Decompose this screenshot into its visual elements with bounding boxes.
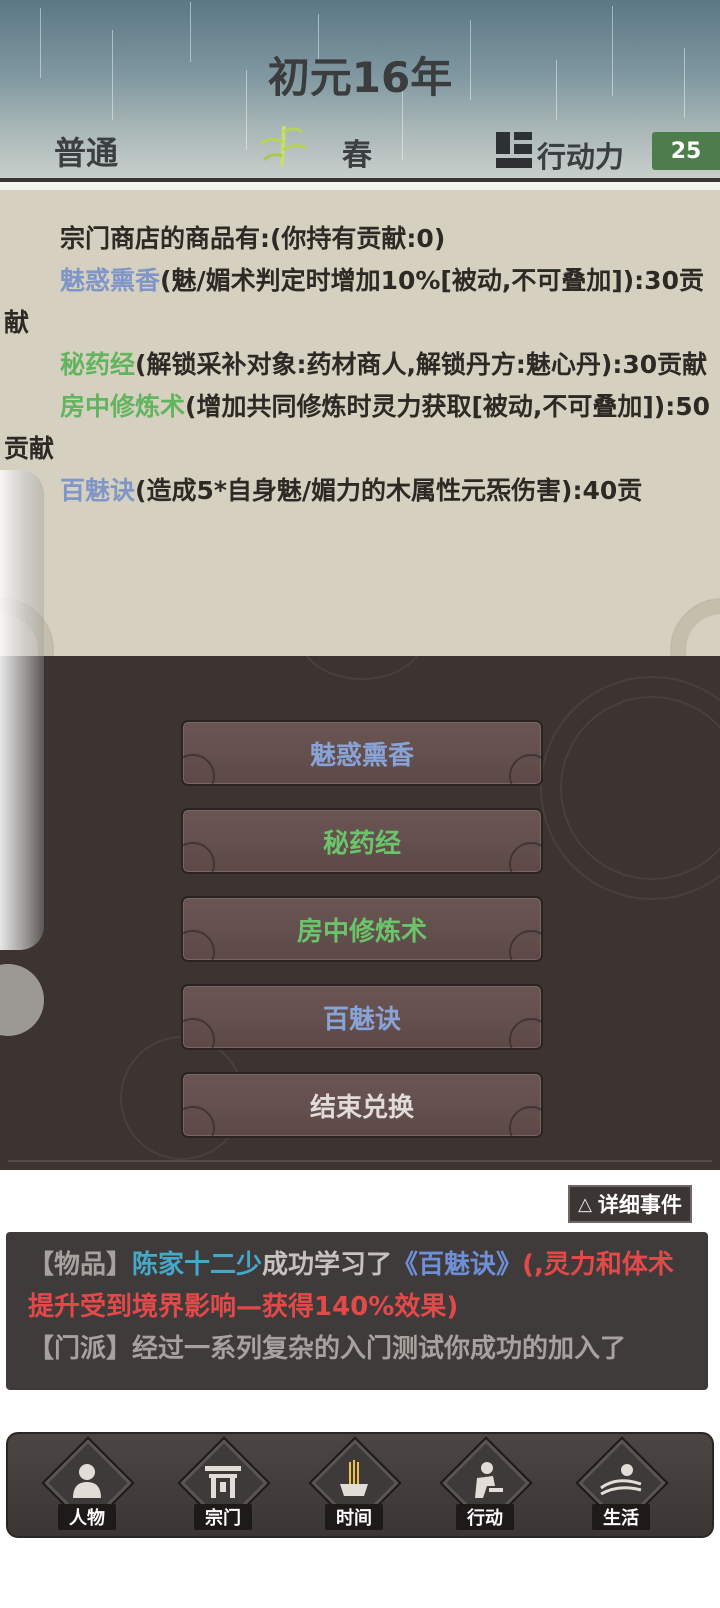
difficulty-label: 普通 <box>54 134 119 172</box>
side-drawer-handle[interactable] <box>0 470 44 950</box>
wave-decoration <box>183 754 215 784</box>
season-label: 春 <box>342 138 372 173</box>
bamboo-icon <box>259 125 307 167</box>
nav-life[interactable]: 生活 <box>570 1436 672 1534</box>
wave-decoration <box>183 1018 215 1048</box>
action-points-value: 25 <box>652 132 720 170</box>
options-panel: 魅惑熏香 秘药经 房中修炼术 百魅诀 结束兑换 <box>0 656 720 1170</box>
bottom-nav: 人物 宗门 时间 行动 生活 <box>6 1432 714 1538</box>
cloud-decoration <box>670 598 720 656</box>
nav-action[interactable]: 行动 <box>434 1436 536 1534</box>
shop-intro: 宗门商店的商品有:(你持有贡献:0) <box>60 224 446 253</box>
log-entry: 【物品】陈家十二少成功学习了《百魅诀》(,灵力和体术提升受到境界影响—获得140… <box>28 1244 686 1328</box>
shop-item-line: 房中修炼术(增加共同修炼时灵力获取[被动,不可叠加]):50贡献 <box>4 386 716 470</box>
option-button-label: 结束兑换 <box>309 1092 414 1123</box>
event-log: 【物品】陈家十二少成功学习了《百魅诀》(,灵力和体术提升受到境界影响—获得140… <box>6 1232 708 1390</box>
person-icon <box>73 1464 101 1498</box>
log-tag: 【门派】 <box>28 1334 133 1364</box>
end-exchange-button[interactable]: 结束兑换 <box>181 1072 543 1138</box>
nav-time[interactable]: 时间 <box>303 1436 405 1534</box>
wave-decoration <box>183 930 215 960</box>
nav-character[interactable]: 人物 <box>36 1436 138 1534</box>
sect-gate-icon <box>205 1466 241 1498</box>
landscape-icon <box>600 1464 642 1496</box>
year-title: 初元16年 <box>267 53 453 102</box>
ring-decoration <box>300 656 424 680</box>
shop-item-name: 魅惑熏香 <box>60 266 161 295</box>
shop-text-panel: 宗门商店的商品有:(你持有贡献:0) 魅惑熏香(魅/媚术判定时增加10%[被动,… <box>0 190 720 656</box>
log-entry: 【门派】经过一系列复杂的入门测试你成功的加入了 <box>28 1328 686 1370</box>
log-book-name: 《百魅诀》 <box>392 1250 523 1280</box>
shop-item-desc: (造成5*自身魅/媚力的木属性元炁伤害):40贡 <box>135 476 643 505</box>
incense-icon <box>340 1460 368 1496</box>
nav-label: 生活 <box>592 1504 650 1530</box>
wave-decoration <box>509 1018 541 1048</box>
option-button-secret-medicine[interactable]: 秘药经 <box>181 808 543 874</box>
option-button-chamber-cultivation[interactable]: 房中修炼术 <box>181 896 543 962</box>
action-points-label: 行动力 <box>537 140 625 174</box>
nav-label: 行动 <box>456 1504 514 1530</box>
nav-sect[interactable]: 宗门 <box>172 1436 274 1534</box>
log-character-name: 陈家十二少 <box>132 1250 263 1280</box>
wave-decoration <box>183 1106 215 1136</box>
header-gap <box>0 182 720 190</box>
top-status-bar: 初元16年 普通 春 行动力 25 <box>0 0 720 178</box>
shop-item-line: 秘药经(解锁采补对象:药材商人,解锁丹方:魅心丹):30贡献 <box>4 344 716 386</box>
triangle-icon: △ <box>578 1193 592 1215</box>
option-button-label: 秘药经 <box>322 828 401 859</box>
action-icon <box>475 1462 503 1498</box>
shop-item-line: 魅惑熏香(魅/媚术判定时增加10%[被动,不可叠加]):30贡献 <box>4 260 716 344</box>
wave-decoration <box>509 754 541 784</box>
wave-decoration <box>183 842 215 872</box>
log-text: 经过一系列复杂的入门测试你成功的加入了 <box>132 1334 627 1364</box>
option-button-label: 百魅诀 <box>322 1004 401 1035</box>
panel-frame <box>8 1160 712 1162</box>
detail-events-button[interactable]: △ 详细事件 <box>568 1185 692 1223</box>
wave-decoration <box>509 930 541 960</box>
shop-item-desc: (解锁采补对象:药材商人,解锁丹方:魅心丹):30贡献 <box>135 350 708 379</box>
option-button-hundred-charm[interactable]: 百魅诀 <box>181 984 543 1050</box>
action-points-icon <box>496 132 532 168</box>
wave-decoration <box>509 1106 541 1136</box>
shop-item-line: 百魅诀(造成5*自身魅/媚力的木属性元炁伤害):40贡 <box>4 470 716 512</box>
nav-label: 人物 <box>58 1504 116 1530</box>
shop-item-name: 秘药经 <box>60 350 136 379</box>
detail-events-label: 详细事件 <box>597 1193 682 1217</box>
log-text: 成功学习了 <box>262 1250 393 1280</box>
wave-decoration <box>509 842 541 872</box>
log-tag: 【物品】 <box>28 1250 133 1280</box>
nav-label: 时间 <box>325 1504 383 1530</box>
nav-label: 宗门 <box>194 1504 252 1530</box>
shop-item-name: 房中修炼术 <box>60 392 186 421</box>
option-button-label: 房中修炼术 <box>296 916 427 947</box>
shop-description: 宗门商店的商品有:(你持有贡献:0) 魅惑熏香(魅/媚术判定时增加10%[被动,… <box>4 218 716 512</box>
option-button-charm-incense[interactable]: 魅惑熏香 <box>181 720 543 786</box>
option-button-label: 魅惑熏香 <box>309 740 414 771</box>
shop-item-name: 百魅诀 <box>60 476 136 505</box>
